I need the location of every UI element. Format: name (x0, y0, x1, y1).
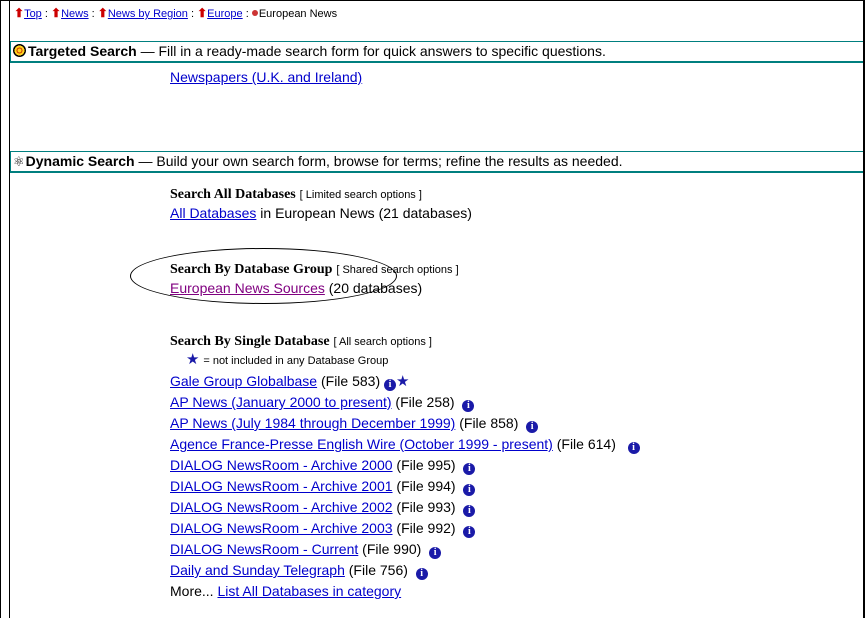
star-icon: ★ (186, 351, 200, 368)
up-arrow-icon: ⬆ (14, 6, 25, 20)
all-databases-link[interactable]: All Databases (170, 205, 256, 221)
info-icon[interactable]: i (415, 568, 428, 580)
database-link[interactable]: DIALOG NewsRoom - Archive 2000 (170, 457, 393, 473)
database-file: (File 858) (455, 415, 519, 431)
targeted-link-row: Newspapers (U.K. and Ireland) (170, 68, 362, 86)
targeted-search-bar: Targeted Search — Fill in a ready-made s… (10, 41, 863, 63)
legend-text: = not included in any Database Group (203, 355, 389, 367)
info-icon[interactable]: i (463, 484, 476, 496)
search-single-note: [ All search options ] (333, 336, 432, 348)
breadcrumb-sep: : (245, 8, 249, 20)
dynamic-search-title: Dynamic Search (25, 153, 135, 169)
more-label: More... (170, 583, 214, 599)
content-left-border (9, 0, 10, 618)
database-link[interactable]: Gale Group Globalbase (170, 373, 317, 389)
newspapers-uk-ireland-link[interactable]: Newspapers (U.K. and Ireland) (170, 69, 362, 85)
info-icon[interactable]: i (627, 442, 640, 454)
window-top-border (0, 0, 865, 1)
breadcrumb-top[interactable]: Top (24, 8, 42, 20)
up-arrow-icon: ⬆ (51, 6, 62, 20)
search-all-heading-row: Search All Databases [ Limited search op… (170, 184, 422, 204)
search-group-note: [ Shared search options ] (336, 264, 459, 276)
target-icon (13, 44, 26, 57)
search-all-suffix: in European News (21 databases) (256, 205, 472, 221)
info-icon[interactable]: i (429, 547, 442, 559)
database-list-item: Daily and Sunday Telegraph (File 756) i (170, 561, 428, 580)
breadcrumb: ⬆Top : ⬆News : ⬆News by Region : ⬆Europe… (14, 6, 337, 20)
targeted-search-description: — Fill in a ready-made search form for q… (140, 43, 606, 59)
targeted-search-title: Targeted Search (28, 43, 137, 59)
database-file: (File 995) (392, 457, 456, 473)
breadcrumb-sep: : (44, 8, 48, 20)
database-link[interactable]: AP News (July 1984 through December 1999… (170, 415, 455, 431)
window-left-border (0, 0, 1, 618)
database-file: (File 583) (317, 373, 381, 389)
database-list-item: DIALOG NewsRoom - Current (File 990) i (170, 540, 442, 559)
dynamic-search-description: — Build your own search form, browse for… (138, 153, 623, 169)
star-icon: ★ (396, 373, 410, 390)
breadcrumb-europe[interactable]: Europe (207, 8, 242, 20)
legend-row: ★ = not included in any Database Group (186, 350, 388, 370)
database-list-item: DIALOG NewsRoom - Archive 2002 (File 993… (170, 498, 476, 517)
database-file: (File 258) (391, 394, 455, 410)
database-file: (File 990) (358, 541, 422, 557)
info-icon[interactable]: i (463, 526, 476, 538)
search-single-heading-row: Search By Single Database [ All search o… (170, 331, 432, 351)
more-row: More... List All Databases in category (170, 582, 401, 600)
database-link[interactable]: DIALOG NewsRoom - Archive 2002 (170, 499, 393, 515)
breadcrumb-sep: : (91, 8, 95, 20)
database-file: (File 992) (392, 520, 456, 536)
breadcrumb-sep: : (190, 8, 195, 20)
database-file: (File 614) (552, 436, 616, 452)
database-list-item: AP News (January 2000 to present) (File … (170, 393, 475, 412)
search-group-suffix: (20 databases) (324, 280, 423, 296)
up-arrow-icon: ⬆ (197, 6, 208, 20)
database-list-item: DIALOG NewsRoom - Archive 2001 (File 994… (170, 477, 476, 496)
info-icon[interactable]: i (526, 421, 539, 433)
database-link[interactable]: DIALOG NewsRoom - Archive 2001 (170, 478, 393, 494)
dynamic-search-bar: ⚛Dynamic Search — Build your own search … (10, 151, 863, 173)
database-file: (File 994) (392, 478, 456, 494)
european-news-sources-link[interactable]: European News Sources (170, 280, 325, 296)
database-list-item: DIALOG NewsRoom - Archive 2000 (File 995… (170, 456, 476, 475)
breadcrumb-news-by-region[interactable]: News by Region (108, 8, 188, 20)
database-list-item: Agence France-Presse English Wire (Octob… (170, 435, 640, 454)
search-group-heading-row: Search By Database Group [ Shared search… (170, 259, 459, 279)
database-link[interactable]: DIALOG NewsRoom - Archive 2003 (170, 520, 393, 536)
database-file: (File 993) (392, 499, 456, 515)
info-icon[interactable]: i (462, 400, 475, 412)
breadcrumb-current: European News (258, 8, 338, 20)
current-page-dot-icon (251, 10, 258, 16)
atom-icon: ⚛ (13, 154, 25, 169)
search-all-heading: Search All Databases (170, 187, 296, 202)
database-list-item: Gale Group Globalbase (File 583) i ★ (170, 372, 409, 391)
search-single-heading: Search By Single Database (170, 334, 330, 349)
breadcrumb-news[interactable]: News (61, 8, 89, 20)
database-link[interactable]: Agence France-Presse English Wire (Octob… (170, 436, 553, 452)
up-arrow-icon: ⬆ (97, 6, 108, 20)
search-group-row: European News Sources (20 databases) (170, 279, 422, 297)
search-all-note: [ Limited search options ] (299, 189, 422, 201)
info-icon[interactable]: i (463, 505, 476, 517)
info-icon[interactable]: i (463, 463, 476, 475)
database-file: (File 756) (344, 562, 408, 578)
info-icon[interactable]: i (384, 379, 397, 391)
list-all-databases-link[interactable]: List All Databases in category (217, 583, 401, 599)
database-link[interactable]: Daily and Sunday Telegraph (170, 562, 345, 578)
database-link[interactable]: AP News (January 2000 to present) (170, 394, 392, 410)
database-list-item: DIALOG NewsRoom - Archive 2003 (File 992… (170, 519, 476, 538)
search-group-heading: Search By Database Group (170, 262, 333, 277)
database-link[interactable]: DIALOG NewsRoom - Current (170, 541, 358, 557)
search-all-row: All Databases in European News (21 datab… (170, 204, 472, 222)
database-list-item: AP News (July 1984 through December 1999… (170, 414, 539, 433)
